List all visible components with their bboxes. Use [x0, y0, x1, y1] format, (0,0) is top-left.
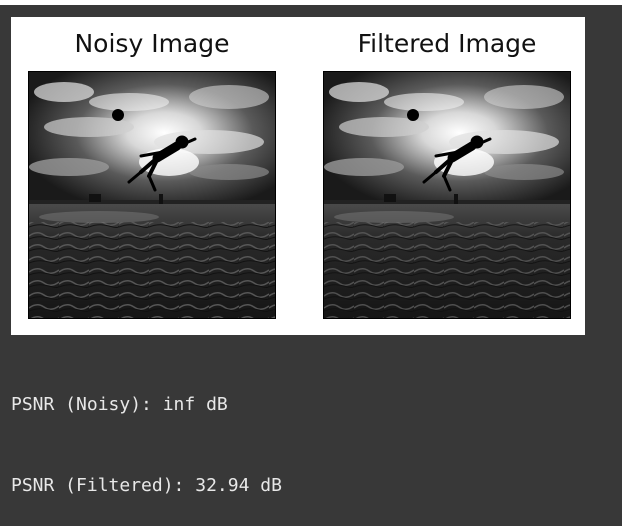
filtered-image-title: Filtered Image	[357, 29, 537, 58]
noisy-image-title: Noisy Image	[74, 29, 230, 58]
noisy-image	[28, 71, 276, 319]
cell-output: PSNR (Noisy): inf dB PSNR (Filtered): 32…	[11, 337, 282, 526]
psnr-noisy-line: PSNR (Noisy): inf dB	[11, 394, 228, 415]
filtered-image	[323, 71, 571, 319]
psnr-filtered-line: PSNR (Filtered): 32.94 dB	[11, 475, 282, 496]
plot-figure: Noisy Image Filtered Image	[11, 17, 585, 335]
cell-top-border	[0, 0, 622, 5]
